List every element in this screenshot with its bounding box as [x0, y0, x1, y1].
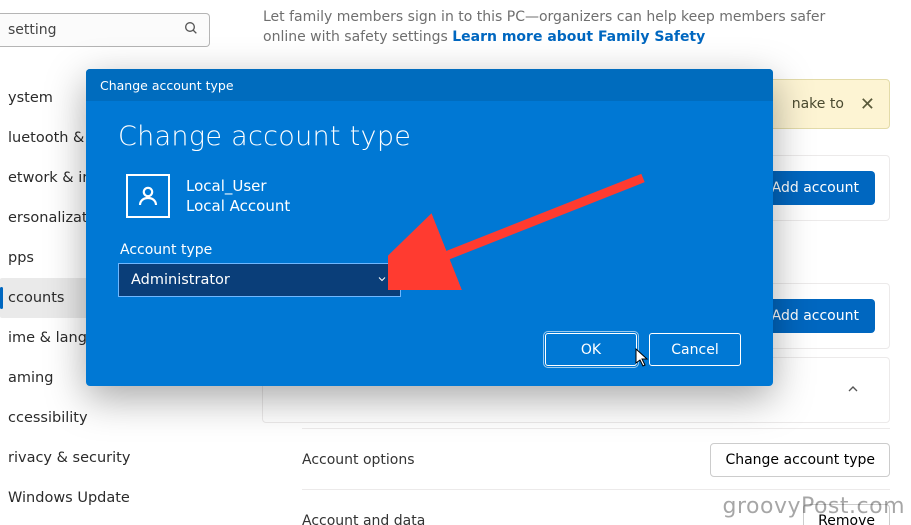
- search-input[interactable]: setting: [0, 13, 210, 47]
- search-input-value: setting: [8, 22, 57, 38]
- dialog-user-names: Local_User Local Account: [186, 176, 290, 217]
- user-icon: [126, 174, 170, 218]
- dialog-heading: Change account type: [118, 121, 741, 152]
- page-description: Let family members sign in to this PC—or…: [263, 8, 863, 47]
- sidebar-item-privacy[interactable]: rivacy & security: [0, 438, 225, 478]
- account-options-label: Account options: [302, 452, 415, 468]
- learn-more-link[interactable]: Learn more about Family Safety: [452, 29, 705, 45]
- ok-button[interactable]: OK: [545, 333, 637, 366]
- account-type-select[interactable]: Administrator: [118, 263, 401, 297]
- dialog-user-row: Local_User Local Account: [118, 174, 741, 218]
- dialog-user-sub: Local Account: [186, 196, 290, 216]
- chevron-down-icon: [376, 273, 388, 288]
- change-account-type-dialog: Change account type Change account type …: [86, 69, 773, 386]
- dialog-titlebar: Change account type: [86, 69, 773, 101]
- account-data-label: Account and data: [302, 513, 425, 525]
- search-icon: [183, 20, 199, 40]
- remove-button[interactable]: Remove: [803, 504, 890, 525]
- add-account-button[interactable]: Add account: [756, 299, 875, 333]
- add-account-button[interactable]: Add account: [756, 171, 875, 205]
- close-icon[interactable]: ✕: [860, 94, 875, 115]
- dialog-buttons: OK Cancel: [545, 333, 741, 366]
- chevron-up-icon: [845, 378, 861, 403]
- sidebar-item-accessibility[interactable]: ccessibility: [0, 398, 225, 438]
- sidebar-item-windows-update[interactable]: Windows Update: [0, 478, 225, 518]
- notice-text-tail: nake to: [792, 96, 844, 112]
- account-data-row: Account and data Remove: [302, 489, 890, 525]
- dialog-user-name: Local_User: [186, 176, 290, 196]
- account-type-label: Account type: [118, 242, 741, 258]
- account-type-value: Administrator: [131, 272, 230, 288]
- cancel-button[interactable]: Cancel: [649, 333, 741, 366]
- settings-window: setting ystem luetooth & de etwork & int…: [0, 0, 911, 525]
- dialog-body: Change account type Local_User Local Acc…: [86, 101, 773, 386]
- change-account-type-button[interactable]: Change account type: [710, 443, 890, 477]
- account-options-row: Account options Change account type: [302, 428, 890, 490]
